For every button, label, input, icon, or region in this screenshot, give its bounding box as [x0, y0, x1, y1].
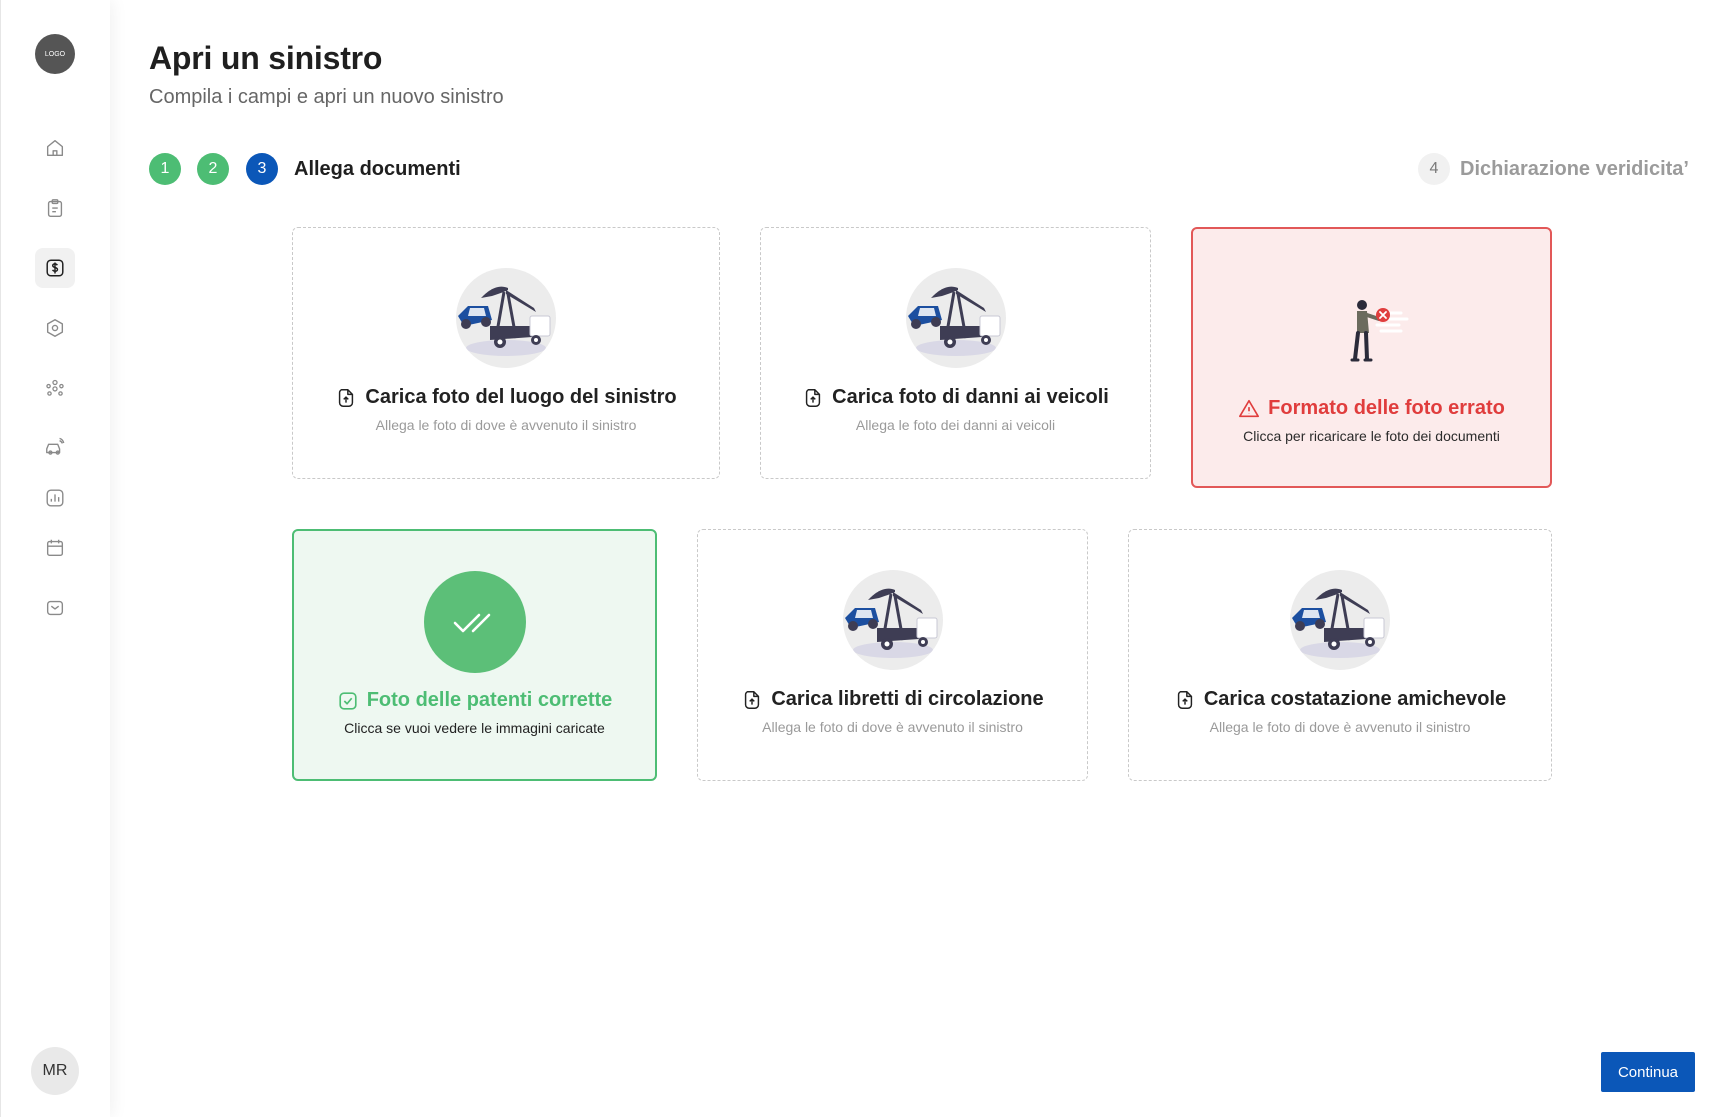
- dollar-icon: [46, 259, 64, 277]
- upload-card-error[interactable]: Formato delle foto errato Clicca per ric…: [1191, 227, 1552, 488]
- warning-icon: [1239, 399, 1260, 417]
- sidebar-item-inbox[interactable]: [35, 588, 75, 628]
- sidebar-item-reports[interactable]: [35, 478, 75, 518]
- tow-truck-illustration: [842, 570, 943, 670]
- card-title-row: Foto delle patenti corrette: [294, 689, 655, 712]
- card-title-row: Carica foto del luogo del sinistro: [293, 386, 719, 409]
- sidebar-item-calendar[interactable]: [35, 528, 75, 568]
- upload-card-accident-location[interactable]: Carica foto del luogo del sinistro Alleg…: [292, 227, 720, 479]
- sidebar-item-claims[interactable]: [35, 248, 75, 288]
- upload-card-registration[interactable]: Carica libretti di circolazione Allega l…: [697, 529, 1088, 781]
- sidebar-item-vehicles[interactable]: [35, 428, 75, 468]
- file-upload-icon: [339, 388, 354, 407]
- tow-truck-illustration: [1290, 570, 1390, 670]
- upload-card-vehicle-damage[interactable]: Carica foto di danni ai veicoli Allega l…: [760, 227, 1151, 479]
- home-icon: [46, 139, 64, 157]
- error-illustration: [1327, 299, 1417, 379]
- sidebar-item-home[interactable]: [35, 128, 75, 168]
- file-upload-icon: [745, 690, 760, 709]
- continue-button[interactable]: Continua: [1601, 1052, 1695, 1092]
- calendar-icon: [46, 539, 64, 557]
- chart-icon: [46, 489, 64, 507]
- upload-card-success[interactable]: Foto delle patenti corrette Clicca se vu…: [292, 529, 657, 781]
- card-title: Formato delle foto errato: [1268, 397, 1505, 419]
- tow-truck-illustration: [456, 268, 556, 368]
- card-title: Carica costatazione amichevole: [1203, 688, 1507, 710]
- sidebar-item-clipboard[interactable]: [35, 188, 75, 228]
- card-title: Carica foto del luogo del sinistro: [365, 386, 677, 408]
- people-icon: [46, 379, 64, 396]
- card-title-row: Formato delle foto errato: [1193, 397, 1550, 420]
- step-1[interactable]: 1: [149, 153, 181, 185]
- card-subtitle: Allega le foto di dove è avvenuto il sin…: [762, 719, 1023, 735]
- card-title-row: Carica libretti di circolazione: [698, 688, 1087, 711]
- step-2[interactable]: 2: [197, 153, 229, 185]
- card-subtitle: Clicca per ricaricare le foto dei docume…: [1243, 428, 1500, 444]
- step-4: 4: [1418, 153, 1450, 185]
- card-subtitle: Allega le foto di dove è avvenuto il sin…: [1209, 719, 1471, 735]
- step-3: 3: [246, 153, 278, 185]
- sidebar-item-people[interactable]: [35, 368, 75, 408]
- card-subtitle: Allega le foto di dove è avvenuto il sin…: [375, 417, 637, 433]
- clipboard-icon: [47, 199, 63, 217]
- card-subtitle: Allega le foto dei danni ai veicoli: [855, 417, 1056, 433]
- tow-truck-illustration: [905, 268, 1006, 368]
- checkbox-checked-icon: [339, 691, 357, 710]
- card-title: Carica libretti di circolazione: [771, 688, 1044, 710]
- card-title-row: Carica costatazione amichevole: [1129, 688, 1551, 711]
- file-upload-icon: [805, 388, 821, 407]
- car-icon: [46, 437, 65, 455]
- step-4-label: Dichiarazione veridicita’: [1460, 158, 1689, 180]
- file-upload-icon: [1177, 690, 1192, 709]
- card-title: Carica foto di danni ai veicoli: [832, 386, 1109, 408]
- avatar[interactable]: MR: [31, 1047, 79, 1095]
- logo[interactable]: LOGO: [35, 34, 75, 74]
- double-check-icon: [423, 571, 526, 673]
- upload-card-amicable-report[interactable]: Carica costatazione amichevole Allega le…: [1128, 529, 1552, 781]
- card-title-row: Carica foto di danni ai veicoli: [761, 386, 1150, 409]
- inbox-icon: [46, 600, 64, 616]
- card-subtitle: Clicca se vuoi vedere le immagini carica…: [344, 720, 605, 736]
- sidebar-item-settings[interactable]: [35, 308, 75, 348]
- page-subtitle: Compila i campi e apri un nuovo sinistro: [149, 86, 504, 108]
- step-3-label: Allega documenti: [294, 158, 461, 180]
- page-title: Apri un sinistro: [149, 40, 383, 76]
- hexagon-icon: [46, 319, 64, 337]
- card-title: Foto delle patenti corrette: [366, 689, 613, 711]
- sidebar: LOGO MR: [0, 0, 110, 1117]
